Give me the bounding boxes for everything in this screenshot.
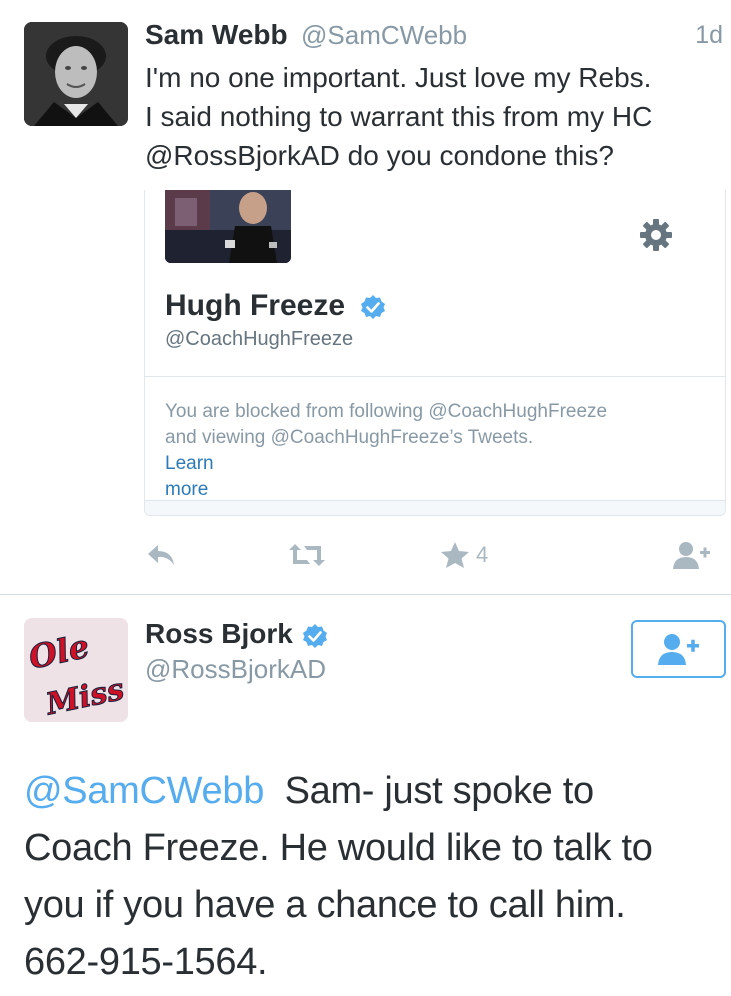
tweet-text: @SamCWebb Sam- just spoke to Coach Freez… bbox=[24, 763, 724, 991]
favorite-count: 4 bbox=[476, 542, 489, 567]
card-profile-name[interactable]: Hugh Freeze bbox=[165, 288, 345, 324]
blocked-notice-text: and viewing @CoachHughFreeze’s Tweets. bbox=[165, 427, 534, 448]
follow-button[interactable] bbox=[631, 620, 726, 678]
follow-icon bbox=[657, 634, 699, 665]
follow-icon bbox=[673, 542, 710, 569]
tweet-text-line: @SamCWebb Sam- just spoke to bbox=[24, 763, 724, 820]
card-footer bbox=[145, 500, 725, 515]
card-divider bbox=[145, 376, 725, 377]
tweet-timestamp[interactable]: 1d bbox=[695, 18, 723, 52]
tweet-separator bbox=[0, 594, 731, 595]
avatar-ross-bjork[interactable]: Ole Miss bbox=[24, 618, 128, 722]
author-handle[interactable]: @SamCWebb bbox=[301, 18, 467, 52]
author-name[interactable]: Sam Webb bbox=[145, 18, 288, 52]
tweet-text-line: I said nothing to warrant this from my H… bbox=[145, 101, 653, 132]
tweet-sam-webb[interactable]: Sam Webb @SamCWebb 1d I'm no one importa… bbox=[0, 0, 731, 594]
tweet-text-line: Coach Freeze. He would like to talk to bbox=[24, 827, 653, 869]
blocked-notice-line: and viewing @CoachHughFreeze’s Tweets. L… bbox=[165, 425, 705, 477]
tweet-text-line: 662-915-1564. bbox=[24, 941, 268, 983]
card-profile-handle[interactable]: @CoachHughFreeze bbox=[165, 326, 353, 352]
retweet-button[interactable] bbox=[287, 535, 327, 575]
profile-photo[interactable] bbox=[165, 190, 291, 263]
retweet-icon bbox=[289, 544, 325, 566]
learn-more-link[interactable]: Learn bbox=[165, 451, 705, 477]
follow-author-button[interactable] bbox=[671, 535, 713, 575]
favorite-icon bbox=[441, 542, 469, 568]
embedded-profile-card[interactable]: Hugh Freeze @CoachHughFreeze You are blo… bbox=[144, 190, 726, 516]
tweet-text-line: @RossBjorkAD do you condone this? bbox=[145, 140, 614, 171]
tweet-text: I'm no one important. Just love my Rebs.… bbox=[145, 58, 730, 175]
reply-icon bbox=[148, 545, 174, 565]
favorite-button[interactable]: 4 bbox=[440, 535, 488, 575]
tweet-header: Sam Webb @SamCWebb 1d bbox=[145, 18, 730, 52]
gear-icon[interactable] bbox=[639, 218, 673, 252]
tweet-text-line: I'm no one important. Just love my Rebs. bbox=[145, 62, 652, 93]
verified-badge-icon bbox=[361, 295, 385, 319]
verified-badge-icon bbox=[303, 624, 327, 648]
tweet-text-line: you if you have a chance to call him. bbox=[24, 884, 626, 926]
mention-link[interactable]: @SamCWebb bbox=[24, 770, 264, 812]
reply-button[interactable] bbox=[146, 535, 176, 575]
tweet-text-segment: Sam- just spoke to bbox=[284, 770, 595, 812]
avatar-sam-webb[interactable] bbox=[24, 22, 128, 126]
blocked-notice: You are blocked from following @CoachHug… bbox=[165, 399, 705, 503]
author-name[interactable]: Ross Bjork bbox=[145, 617, 293, 651]
blocked-notice-line: You are blocked from following @CoachHug… bbox=[165, 401, 608, 422]
tweet-actions: 4 bbox=[0, 535, 731, 575]
author-handle[interactable]: @RossBjorkAD bbox=[145, 652, 326, 686]
